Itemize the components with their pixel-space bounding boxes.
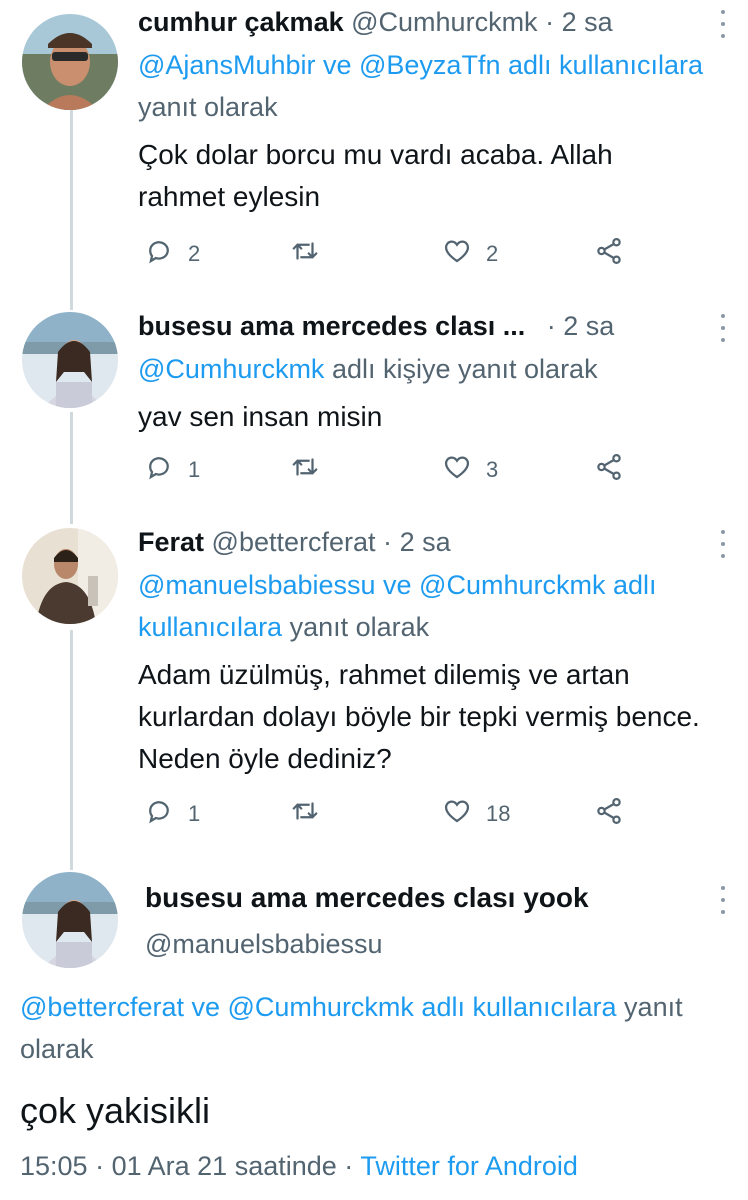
thread-line [70,110,73,310]
reply-count: 1 [188,457,201,482]
author-name[interactable]: Ferat [138,527,204,557]
tweet-date[interactable]: 01 Ara 21 saatinde [112,1151,337,1181]
author-name[interactable]: cumhur çakmak [138,7,344,37]
retweet-button[interactable] [290,796,334,832]
avatar[interactable] [22,872,118,968]
share-icon [594,796,624,832]
tweet-time[interactable]: 2 sa [562,7,613,37]
tweet-time[interactable]: 2 sa [563,311,614,341]
reply-count: 2 [188,241,201,266]
author-handle[interactable]: @manuelsbabiessu [145,926,589,962]
like-count: 3 [486,457,499,482]
retweet-button[interactable] [290,236,334,272]
heart-icon [442,796,472,832]
like-button[interactable]: 3 [442,452,498,488]
share-icon [594,236,624,272]
reply-count: 1 [188,801,201,826]
tweet-time[interactable]: 15:05 [20,1151,88,1181]
tweet-text: yav sen insan misin [138,401,383,432]
author-handle[interactable]: @Cumhurckmk [351,7,537,37]
heart-icon [442,236,472,272]
share-button[interactable] [594,236,624,272]
thread-line [70,630,73,870]
share-icon [594,452,624,488]
retweet-icon [290,236,320,272]
reply-suffix: adlı kişiye yanıt olarak [331,354,598,384]
author-name[interactable]: busesu ama mercedes clası ... [138,311,525,341]
avatar[interactable] [22,14,118,110]
tweet-time[interactable]: 2 sa [400,527,451,557]
avatar[interactable] [22,528,118,624]
reply-mentions[interactable]: @Cumhurckmk [138,354,324,384]
retweet-icon [290,796,320,832]
reply-mentions[interactable]: @AjansMuhbir ve @BeyzaTfn adlı kullanıcı… [138,50,703,80]
like-count: 2 [486,241,499,266]
reply-button[interactable]: 2 [144,236,200,272]
more-vertical-icon[interactable] [720,886,726,914]
reply-icon [144,236,174,272]
like-button[interactable]: 2 [442,236,498,272]
tweet-text: Adam üzülmüş, rahmet dilemiş ve artan ku… [138,659,700,774]
share-button[interactable] [594,796,624,832]
reply-suffix: yanıt olarak [289,612,430,642]
like-button[interactable]: 18 [442,796,510,832]
reply-icon [144,796,174,832]
retweet-button[interactable] [290,452,334,488]
reply-mentions[interactable]: @bettercferat ve @Cumhurckmk adlı kullan… [20,992,617,1022]
reply-icon [144,452,174,488]
reply-button[interactable]: 1 [144,796,200,832]
share-button[interactable] [594,452,624,488]
reply-suffix: yanıt olarak [138,92,278,122]
tweet-source[interactable]: Twitter for Android [360,1151,578,1181]
tweet-text: Çok dolar borcu mu vardı acaba. Allah ra… [138,139,613,212]
retweet-icon [290,452,320,488]
like-count: 18 [486,801,511,826]
tweet-text: çok yakisikli [20,1090,211,1131]
avatar[interactable] [22,312,118,408]
reply-button[interactable]: 1 [144,452,200,488]
thread-line [70,412,73,524]
author-handle[interactable]: @bettercferat [212,527,376,557]
heart-icon [442,452,472,488]
author-name[interactable]: busesu ama mercedes clası yook [145,880,589,916]
